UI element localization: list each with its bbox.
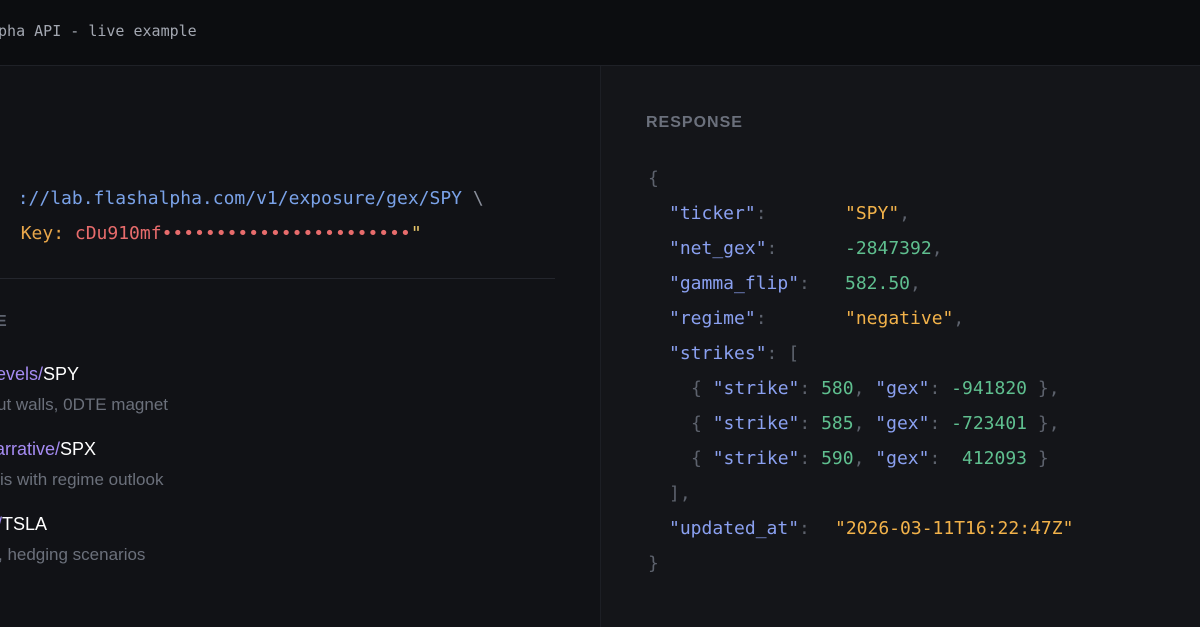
example-desc-tsla: , hedging scenarios <box>0 545 146 564</box>
json-strikes-row: "strikes": [ <box>669 343 800 364</box>
json-updated-at-value: "2026-03-11T16:22:47Z" <box>835 518 1074 539</box>
json-gamma-flip-row: "gamma_flip": <box>669 273 810 294</box>
json-open-brace: { <box>648 168 659 189</box>
example-desc-spx: is with regime outlook <box>0 470 164 489</box>
example-link-spy[interactable]: evels/SPY <box>0 364 79 385</box>
json-strike-item: { "strike": 585, "gex": -723401 }, <box>691 413 1060 434</box>
line-continuation: \ <box>472 188 484 209</box>
api-key-label: Key: <box>20 223 75 244</box>
top-bar: lpha API - live example <box>0 0 1200 66</box>
example-desc-spy: ut walls, 0DTE magnet <box>0 395 169 414</box>
examples-section-label: E <box>0 313 8 330</box>
request-panel <box>0 66 600 627</box>
json-ticker-value: "SPY", <box>845 203 911 224</box>
json-strike-item: { "strike": 590, "gex": 412093 } <box>691 448 1049 469</box>
api-key-value: cDu910mf••••••••••••••••••••••• <box>74 223 411 244</box>
json-net-gex-row: "net_gex": <box>669 238 778 259</box>
json-gamma-flip-value: 582.50, <box>845 273 921 294</box>
json-ticker-row: "ticker": <box>669 203 767 224</box>
json-close-brace: } <box>648 553 659 574</box>
example-link-spx[interactable]: arrative/SPX <box>0 439 96 460</box>
section-divider <box>0 278 555 279</box>
page-title: lpha API - live example <box>0 22 197 40</box>
json-strikes-close: ], <box>669 483 691 504</box>
response-label: RESPONSE <box>646 114 743 131</box>
json-net-gex-value: -2847392, <box>845 238 943 259</box>
example-link-tsla[interactable]: /TSLA <box>0 514 47 535</box>
json-regime-row: "regime": <box>669 308 767 329</box>
header-quote: " <box>410 223 422 244</box>
json-updated-at-row: "updated_at": <box>669 518 810 539</box>
json-regime-value: "negative", <box>845 308 965 329</box>
request-header-line: Key: cDu910mf•••••••••••••••••••••••" <box>0 202 422 244</box>
json-strike-item: { "strike": 580, "gex": -941820 }, <box>691 378 1060 399</box>
